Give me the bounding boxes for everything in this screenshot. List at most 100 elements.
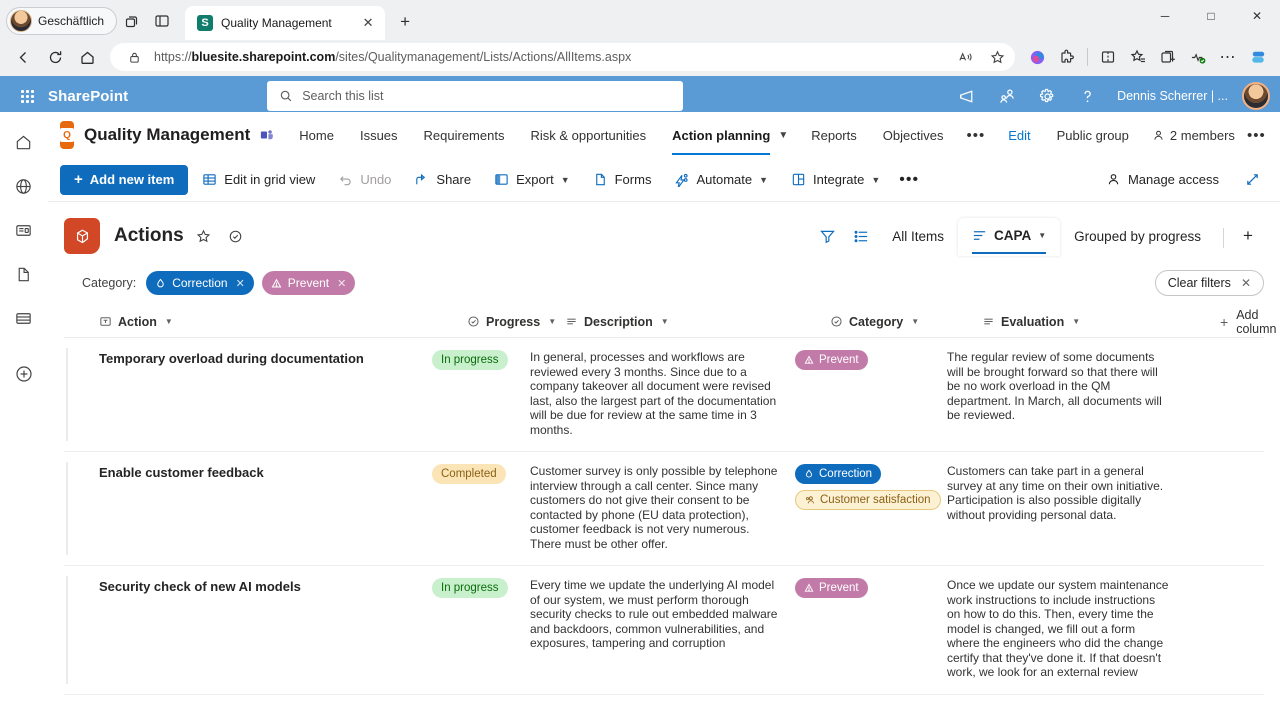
chevron-down-icon[interactable]: ▼ — [776, 130, 798, 141]
remove-filter-icon[interactable]: ✕ — [236, 277, 245, 290]
url-input[interactable]: https://bluesite.sharepoint.com/sites/Qu… — [110, 43, 1015, 71]
copilot-sidebar-icon[interactable] — [1244, 43, 1272, 71]
manage-access-button[interactable]: Manage access — [1097, 165, 1228, 195]
filter-icon[interactable] — [810, 219, 844, 253]
site-title[interactable]: Quality Management — [84, 125, 250, 145]
close-window-button[interactable]: ✕ — [1234, 0, 1280, 32]
home-icon[interactable] — [6, 124, 42, 160]
chevron-down-icon[interactable]: ▼ — [661, 317, 669, 326]
table-row[interactable]: Temporary overload during documentation … — [64, 338, 1264, 452]
column-header-action[interactable]: Action ▼ — [99, 315, 467, 329]
news-feed-icon[interactable] — [6, 212, 42, 248]
column-header-progress[interactable]: Progress ▼ — [467, 315, 565, 329]
copilot-icon[interactable] — [1023, 43, 1051, 71]
nav-link-objectives[interactable]: Objectives — [870, 122, 957, 149]
nav-link-risk-opportunities[interactable]: Risk & opportunities — [517, 122, 659, 149]
column-header-category[interactable]: Category ▼ — [830, 315, 982, 329]
chevron-down-icon[interactable]: ▼ — [548, 317, 556, 326]
cell-action[interactable]: Enable customer feedback — [64, 464, 432, 551]
chevron-down-icon[interactable]: ▼ — [165, 317, 173, 326]
megaphone-icon[interactable] — [949, 78, 985, 114]
app-launcher-icon[interactable] — [10, 79, 44, 113]
nav-overflow-icon[interactable]: ••• — [956, 127, 995, 144]
members-button[interactable]: 2 members — [1142, 128, 1235, 143]
expand-icon[interactable] — [1241, 165, 1264, 195]
cell-action[interactable]: Temporary overload during documentation — [64, 350, 432, 437]
view-tab-all-items[interactable]: All Items — [878, 219, 958, 253]
refresh-icon[interactable] — [40, 43, 70, 71]
filter-pill-prevent[interactable]: Prevent ✕ — [261, 271, 356, 295]
add-new-item-button[interactable]: + Add new item — [60, 164, 189, 195]
globe-icon[interactable] — [6, 168, 42, 204]
view-tab-grouped-by-progress[interactable]: Grouped by progress — [1060, 219, 1215, 253]
nav-link-action-planning[interactable]: Action planning — [659, 122, 776, 155]
site-settings-overflow-icon[interactable]: ••• — [1235, 127, 1266, 144]
minimize-button[interactable]: ─ — [1142, 0, 1188, 32]
chevron-down-icon[interactable]: ▼ — [911, 317, 919, 326]
browser-tab[interactable]: S Quality Management ✕ — [185, 6, 386, 40]
edit-nav-button[interactable]: Edit — [995, 122, 1043, 149]
new-tab-icon[interactable]: + — [391, 8, 419, 36]
export-button[interactable]: Export ▼ — [485, 165, 579, 195]
table-row[interactable]: Security check of new AI models In progr… — [64, 566, 1264, 695]
vertical-tabs-icon[interactable] — [147, 6, 177, 36]
integrate-button[interactable]: Integrate ▼ — [782, 165, 889, 195]
search-icon — [279, 89, 293, 103]
nav-link-requirements[interactable]: Requirements — [411, 122, 518, 149]
column-header-description[interactable]: Description ▼ — [565, 315, 830, 329]
star-icon[interactable] — [192, 224, 216, 248]
documents-icon[interactable] — [6, 256, 42, 292]
teams-channel-icon[interactable] — [260, 128, 274, 142]
remove-filter-icon[interactable]: ✕ — [337, 277, 346, 290]
avatar[interactable] — [1242, 82, 1270, 110]
sharepoint-brand[interactable]: SharePoint — [48, 88, 128, 105]
user-name[interactable]: Dennis Scherrer | ... — [1109, 89, 1236, 103]
maximize-button[interactable]: □ — [1188, 0, 1234, 32]
cell-action[interactable]: Security check of new AI models — [64, 578, 432, 680]
create-icon[interactable] — [6, 356, 42, 392]
clear-filters-button[interactable]: Clear filters ✕ — [1154, 270, 1264, 296]
view-tab-capa[interactable]: CAPA ▼ — [957, 218, 1061, 256]
view-options-icon[interactable] — [844, 219, 878, 253]
forms-button[interactable]: Forms — [584, 165, 661, 195]
edit-in-grid-view-button[interactable]: Edit in grid view — [193, 165, 324, 195]
collections-icon[interactable] — [1154, 43, 1182, 71]
chevron-down-icon[interactable]: ▼ — [1072, 317, 1080, 326]
back-arrow-icon[interactable] — [8, 43, 38, 71]
tab-search-icon[interactable] — [117, 6, 147, 36]
settings-gear-icon[interactable] — [1029, 78, 1065, 114]
read-aloud-icon[interactable] — [953, 45, 977, 69]
nav-link-reports[interactable]: Reports — [798, 122, 870, 149]
teams-icon[interactable] — [989, 78, 1025, 114]
share-button[interactable]: Share — [405, 165, 480, 195]
search-input[interactable]: Search this list — [267, 81, 684, 111]
choice-column-icon — [467, 315, 480, 328]
check-circle-icon[interactable] — [224, 224, 248, 248]
help-icon[interactable] — [1069, 78, 1105, 114]
command-bar-overflow-icon[interactable]: ••• — [889, 171, 929, 189]
export-icon — [494, 172, 509, 187]
add-view-button[interactable]: + — [1232, 220, 1264, 252]
add-column-button[interactable]: + Add column — [1220, 308, 1276, 336]
tab-title: Quality Management — [221, 16, 332, 30]
nav-link-issues[interactable]: Issues — [347, 122, 411, 149]
close-tab-icon[interactable]: ✕ — [359, 14, 377, 32]
home-icon[interactable] — [72, 43, 102, 71]
profile-pill[interactable]: Geschäftlich — [6, 7, 118, 35]
split-screen-icon[interactable] — [1094, 43, 1122, 71]
chevron-down-icon[interactable]: ▼ — [1038, 231, 1046, 240]
extensions-icon[interactable] — [1053, 43, 1081, 71]
filter-pill-correction[interactable]: Correction ✕ — [146, 271, 254, 295]
site-logo[interactable]: Q — [60, 121, 74, 149]
browser-essentials-icon[interactable] — [1184, 43, 1212, 71]
nav-link-home[interactable]: Home — [286, 122, 347, 149]
star-icon[interactable] — [985, 45, 1009, 69]
column-header-action-label: Action — [118, 314, 157, 329]
favorites-icon[interactable] — [1124, 43, 1152, 71]
more-options-icon[interactable]: ⋯ — [1214, 43, 1242, 71]
column-header-evaluation[interactable]: Evaluation ▼ — [982, 315, 1220, 329]
table-row[interactable]: Enable customer feedback Completed Custo… — [64, 452, 1264, 566]
automate-button[interactable]: Automate ▼ — [665, 165, 777, 195]
lists-icon[interactable] — [6, 300, 42, 336]
category-badge-customer-satisfaction: Customer satisfaction — [795, 490, 941, 510]
